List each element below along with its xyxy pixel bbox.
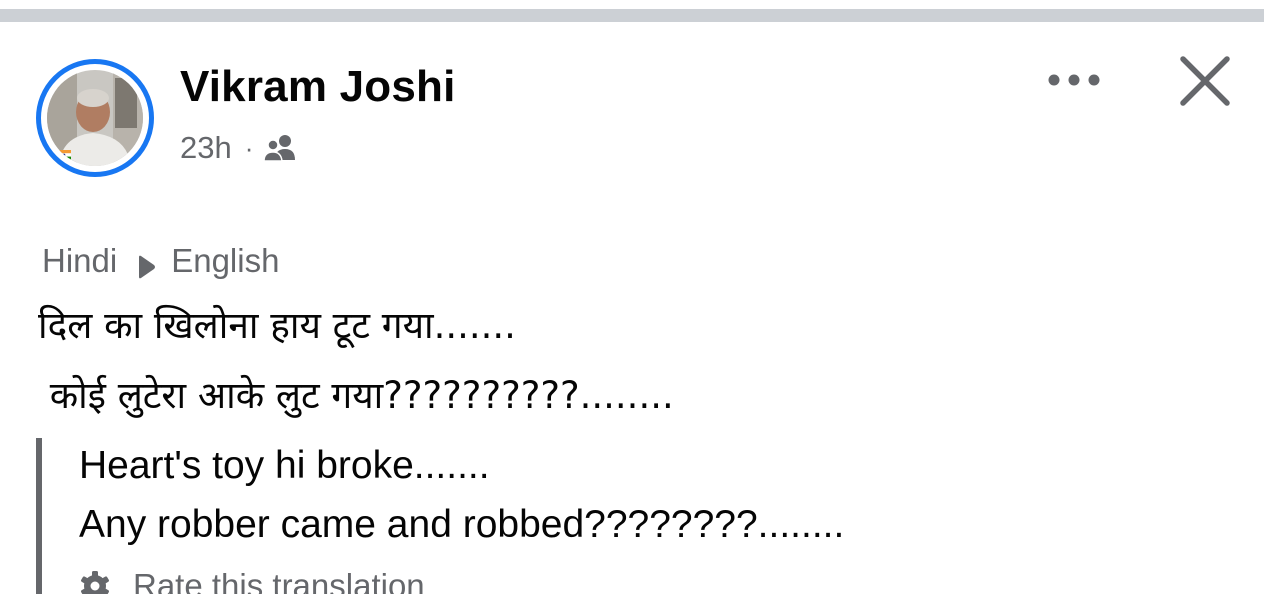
post-meta: 23h ·	[180, 128, 298, 168]
gear-icon	[79, 570, 111, 594]
rate-translation-label: Rate this translation	[133, 567, 425, 594]
original-text-line: दिल का खिलोना हाय टूट गया.......	[38, 304, 516, 347]
more-options-button[interactable]	[1040, 62, 1108, 98]
close-icon	[1180, 56, 1230, 106]
avatar-photo	[47, 70, 143, 166]
translation-language-row: Hindi English	[42, 240, 279, 282]
rate-translation-button[interactable]: Rate this translation	[79, 566, 425, 594]
target-language: English	[171, 242, 280, 279]
friends-icon	[262, 133, 298, 163]
post-timestamp[interactable]: 23h	[180, 130, 232, 166]
arrow-right-icon	[135, 250, 157, 279]
translated-text-line: Any robber came and robbed????????......…	[79, 503, 845, 546]
author-name[interactable]: Vikram Joshi	[180, 61, 456, 113]
translation-quote-bar	[36, 438, 42, 594]
translated-text-line: Heart's toy hi broke.......	[79, 444, 490, 487]
profile-avatar[interactable]	[36, 59, 154, 177]
source-language: Hindi	[42, 242, 118, 279]
feed-divider	[0, 9, 1264, 22]
meta-separator: ·	[244, 132, 254, 163]
original-text-line: कोई लुटेरा आके लुट गया??????????........	[38, 374, 674, 417]
more-horizontal-icon	[1048, 74, 1100, 86]
close-button[interactable]	[1176, 52, 1234, 110]
